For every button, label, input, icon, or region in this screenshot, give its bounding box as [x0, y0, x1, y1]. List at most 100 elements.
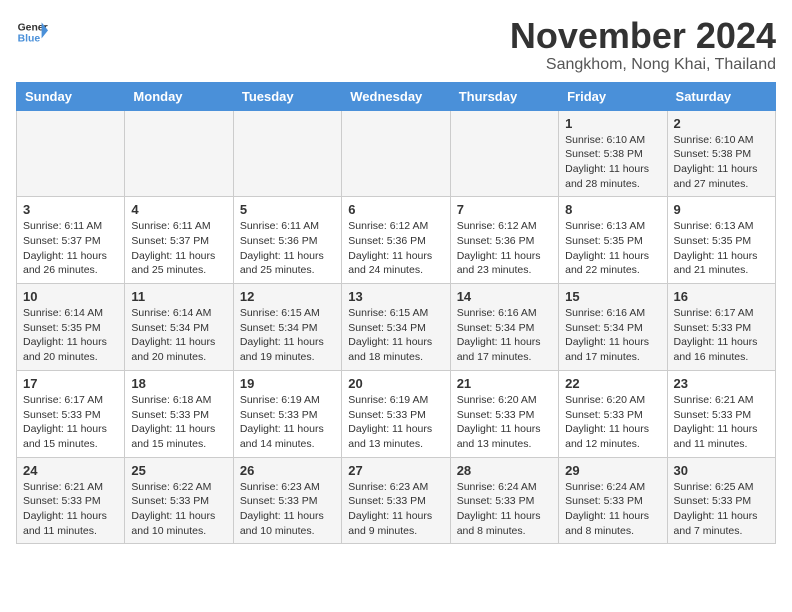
day-number: 23	[674, 376, 769, 391]
calendar-cell: 12 Sunrise: 6:15 AM Sunset: 5:34 PM Dayli…	[233, 284, 341, 371]
weekday-header-saturday: Saturday	[667, 82, 775, 110]
day-number: 11	[131, 289, 226, 304]
weekday-header-wednesday: Wednesday	[342, 82, 450, 110]
day-number: 26	[240, 463, 335, 478]
day-number: 29	[565, 463, 660, 478]
calendar-cell	[17, 110, 125, 197]
logo-icon: General Blue	[16, 16, 48, 48]
day-number: 17	[23, 376, 118, 391]
day-number: 15	[565, 289, 660, 304]
calendar-cell: 4 Sunrise: 6:11 AM Sunset: 5:37 PM Daylig…	[125, 197, 233, 284]
calendar-cell: 13 Sunrise: 6:15 AM Sunset: 5:34 PM Dayli…	[342, 284, 450, 371]
calendar-cell	[342, 110, 450, 197]
calendar-cell	[450, 110, 558, 197]
calendar-cell: 2 Sunrise: 6:10 AM Sunset: 5:38 PM Daylig…	[667, 110, 775, 197]
month-title: November 2024	[510, 16, 776, 56]
day-info: Sunrise: 6:21 AM Sunset: 5:33 PM Dayligh…	[23, 480, 118, 539]
calendar-cell: 19 Sunrise: 6:19 AM Sunset: 5:33 PM Dayli…	[233, 370, 341, 457]
calendar-week-3: 10 Sunrise: 6:14 AM Sunset: 5:35 PM Dayli…	[17, 284, 776, 371]
day-info: Sunrise: 6:15 AM Sunset: 5:34 PM Dayligh…	[240, 306, 335, 365]
weekday-header-tuesday: Tuesday	[233, 82, 341, 110]
day-info: Sunrise: 6:15 AM Sunset: 5:34 PM Dayligh…	[348, 306, 443, 365]
calendar-cell: 17 Sunrise: 6:17 AM Sunset: 5:33 PM Dayli…	[17, 370, 125, 457]
day-number: 22	[565, 376, 660, 391]
day-number: 27	[348, 463, 443, 478]
calendar-cell	[233, 110, 341, 197]
day-number: 14	[457, 289, 552, 304]
calendar-cell: 18Sunrise: 6:18 AM Sunset: 5:33 PM Dayli…	[125, 370, 233, 457]
day-info: Sunrise: 6:14 AM Sunset: 5:34 PM Dayligh…	[131, 306, 226, 365]
calendar-cell: 3 Sunrise: 6:11 AM Sunset: 5:37 PM Daylig…	[17, 197, 125, 284]
day-info: Sunrise: 6:14 AM Sunset: 5:35 PM Dayligh…	[23, 306, 118, 365]
calendar-cell: 30Sunrise: 6:25 AM Sunset: 5:33 PM Dayli…	[667, 457, 775, 544]
day-info: Sunrise: 6:11 AM Sunset: 5:36 PM Dayligh…	[240, 219, 335, 278]
calendar-cell: 16 Sunrise: 6:17 AM Sunset: 5:33 PM Dayli…	[667, 284, 775, 371]
location-subtitle: Sangkhom, Nong Khai, Thailand	[510, 56, 776, 74]
logo: General Blue	[16, 16, 48, 48]
day-number: 6	[348, 202, 443, 217]
day-number: 16	[674, 289, 769, 304]
calendar-cell: 5Sunrise: 6:11 AM Sunset: 5:36 PM Daylig…	[233, 197, 341, 284]
weekday-header-thursday: Thursday	[450, 82, 558, 110]
day-number: 13	[348, 289, 443, 304]
svg-text:Blue: Blue	[18, 34, 41, 45]
calendar-cell: 20 Sunrise: 6:19 AM Sunset: 5:33 PM Dayli…	[342, 370, 450, 457]
calendar-cell: 27 Sunrise: 6:23 AM Sunset: 5:33 PM Dayli…	[342, 457, 450, 544]
calendar-table: SundayMondayTuesdayWednesdayThursdayFrid…	[16, 82, 776, 545]
day-info: Sunrise: 6:10 AM Sunset: 5:38 PM Dayligh…	[565, 133, 660, 192]
calendar-week-5: 24 Sunrise: 6:21 AM Sunset: 5:33 PM Dayli…	[17, 457, 776, 544]
day-number: 24	[23, 463, 118, 478]
day-info: Sunrise: 6:24 AM Sunset: 5:33 PM Dayligh…	[457, 480, 552, 539]
weekday-header-monday: Monday	[125, 82, 233, 110]
day-info: Sunrise: 6:21 AM Sunset: 5:33 PM Dayligh…	[674, 393, 769, 452]
calendar-cell: 21 Sunrise: 6:20 AM Sunset: 5:33 PM Dayli…	[450, 370, 558, 457]
day-info: Sunrise: 6:12 AM Sunset: 5:36 PM Dayligh…	[348, 219, 443, 278]
day-info: Sunrise: 6:19 AM Sunset: 5:33 PM Dayligh…	[240, 393, 335, 452]
calendar-cell: 1 Sunrise: 6:10 AM Sunset: 5:38 PM Daylig…	[559, 110, 667, 197]
day-info: Sunrise: 6:13 AM Sunset: 5:35 PM Dayligh…	[674, 219, 769, 278]
calendar-cell: 22 Sunrise: 6:20 AM Sunset: 5:33 PM Dayli…	[559, 370, 667, 457]
day-info: Sunrise: 6:20 AM Sunset: 5:33 PM Dayligh…	[457, 393, 552, 452]
day-number: 1	[565, 116, 660, 131]
calendar-cell: 6 Sunrise: 6:12 AM Sunset: 5:36 PM Daylig…	[342, 197, 450, 284]
weekday-header-row: SundayMondayTuesdayWednesdayThursdayFrid…	[17, 82, 776, 110]
calendar-cell: 14 Sunrise: 6:16 AM Sunset: 5:34 PM Dayli…	[450, 284, 558, 371]
day-info: Sunrise: 6:20 AM Sunset: 5:33 PM Dayligh…	[565, 393, 660, 452]
day-number: 3	[23, 202, 118, 217]
day-number: 12	[240, 289, 335, 304]
day-info: Sunrise: 6:24 AM Sunset: 5:33 PM Dayligh…	[565, 480, 660, 539]
day-number: 30	[674, 463, 769, 478]
day-number: 2	[674, 116, 769, 131]
day-info: Sunrise: 6:19 AM Sunset: 5:33 PM Dayligh…	[348, 393, 443, 452]
calendar-cell: 7Sunrise: 6:12 AM Sunset: 5:36 PM Daylig…	[450, 197, 558, 284]
calendar-cell: 24 Sunrise: 6:21 AM Sunset: 5:33 PM Dayli…	[17, 457, 125, 544]
day-info: Sunrise: 6:11 AM Sunset: 5:37 PM Dayligh…	[131, 219, 226, 278]
day-number: 4	[131, 202, 226, 217]
calendar-cell	[125, 110, 233, 197]
day-info: Sunrise: 6:16 AM Sunset: 5:34 PM Dayligh…	[565, 306, 660, 365]
title-block: November 2024 Sangkhom, Nong Khai, Thail…	[510, 16, 776, 74]
day-number: 20	[348, 376, 443, 391]
day-number: 21	[457, 376, 552, 391]
calendar-cell: 29 Sunrise: 6:24 AM Sunset: 5:33 PM Dayli…	[559, 457, 667, 544]
day-info: Sunrise: 6:17 AM Sunset: 5:33 PM Dayligh…	[674, 306, 769, 365]
calendar-week-2: 3 Sunrise: 6:11 AM Sunset: 5:37 PM Daylig…	[17, 197, 776, 284]
day-number: 25	[131, 463, 226, 478]
calendar-cell: 9Sunrise: 6:13 AM Sunset: 5:35 PM Daylig…	[667, 197, 775, 284]
day-info: Sunrise: 6:22 AM Sunset: 5:33 PM Dayligh…	[131, 480, 226, 539]
day-number: 10	[23, 289, 118, 304]
day-info: Sunrise: 6:11 AM Sunset: 5:37 PM Dayligh…	[23, 219, 118, 278]
day-info: Sunrise: 6:23 AM Sunset: 5:33 PM Dayligh…	[348, 480, 443, 539]
day-number: 28	[457, 463, 552, 478]
day-info: Sunrise: 6:13 AM Sunset: 5:35 PM Dayligh…	[565, 219, 660, 278]
day-info: Sunrise: 6:23 AM Sunset: 5:33 PM Dayligh…	[240, 480, 335, 539]
day-info: Sunrise: 6:10 AM Sunset: 5:38 PM Dayligh…	[674, 133, 769, 192]
day-number: 19	[240, 376, 335, 391]
day-number: 18	[131, 376, 226, 391]
day-info: Sunrise: 6:17 AM Sunset: 5:33 PM Dayligh…	[23, 393, 118, 452]
calendar-cell: 8Sunrise: 6:13 AM Sunset: 5:35 PM Daylig…	[559, 197, 667, 284]
calendar-week-1: 1 Sunrise: 6:10 AM Sunset: 5:38 PM Daylig…	[17, 110, 776, 197]
calendar-cell: 11 Sunrise: 6:14 AM Sunset: 5:34 PM Dayli…	[125, 284, 233, 371]
calendar-cell: 23 Sunrise: 6:21 AM Sunset: 5:33 PM Dayli…	[667, 370, 775, 457]
day-info: Sunrise: 6:16 AM Sunset: 5:34 PM Dayligh…	[457, 306, 552, 365]
